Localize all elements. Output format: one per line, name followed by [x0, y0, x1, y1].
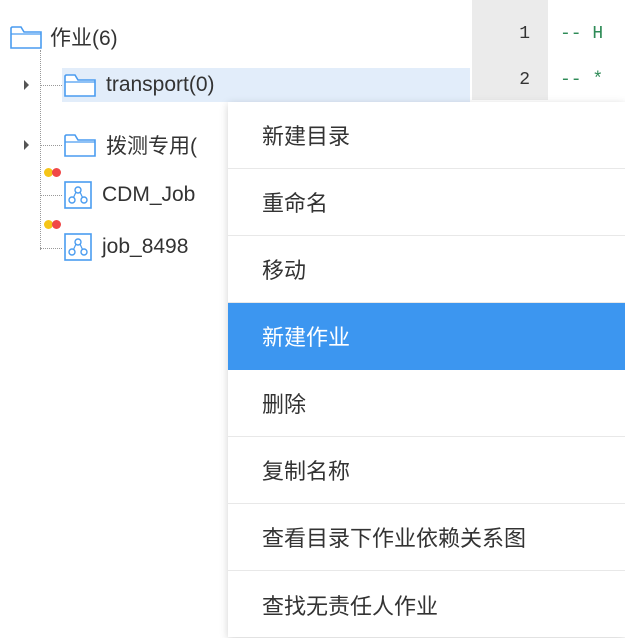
menu-item-rename[interactable]: 重命名 — [228, 169, 625, 236]
menu-item-new-directory[interactable]: 新建目录 — [228, 102, 625, 169]
tree-node-label: job_8498 — [102, 235, 189, 258]
expand-arrow-icon[interactable] — [24, 80, 29, 90]
menu-item-move[interactable]: 移动 — [228, 236, 625, 303]
tree-connector — [40, 195, 62, 196]
job-icon — [64, 181, 92, 209]
expand-arrow-icon[interactable] — [24, 140, 29, 150]
line-number: 2 — [519, 70, 530, 90]
tree-node-label: 拨测专用( — [106, 135, 197, 158]
menu-item-copy-name[interactable]: 复制名称 — [228, 437, 625, 504]
menu-item-delete[interactable]: 删除 — [228, 370, 625, 437]
line-number: 1 — [519, 24, 530, 44]
menu-item-find-unowned-jobs[interactable]: 查找无责任人作业 — [228, 571, 625, 638]
code-line[interactable]: -- H — [560, 24, 603, 44]
code-line[interactable]: -- * — [560, 70, 603, 90]
menu-item-view-dependency-graph[interactable]: 查看目录下作业依赖关系图 — [228, 504, 625, 571]
tree-connector — [40, 50, 41, 250]
tree-connector — [40, 145, 62, 146]
tree-connector — [40, 248, 62, 249]
status-dot-icon — [52, 168, 61, 177]
job-icon — [64, 233, 92, 261]
tree-node-job[interactable]: CDM_Job — [64, 178, 195, 212]
tree-root-label: 作业(6) — [50, 27, 118, 50]
tree-node-label: CDM_Job — [102, 183, 196, 206]
tree-connector — [40, 85, 62, 86]
folder-icon — [10, 24, 42, 50]
context-menu: 新建目录 重命名 移动 新建作业 删除 复制名称 查看目录下作业依赖关系图 查找… — [228, 102, 625, 637]
folder-icon — [64, 132, 96, 158]
tree-node-folder[interactable]: 拨测专用( — [64, 128, 197, 162]
folder-icon — [64, 72, 96, 98]
tree-root-node[interactable]: 作业(6) — [10, 20, 118, 54]
tree-node-job[interactable]: job_8498 — [64, 230, 188, 264]
status-dot-icon — [52, 220, 61, 229]
tree-node-label: transport(0) — [106, 73, 215, 96]
tree-node-transport[interactable]: transport(0) — [62, 68, 470, 102]
menu-item-new-job[interactable]: 新建作业 — [228, 303, 625, 370]
